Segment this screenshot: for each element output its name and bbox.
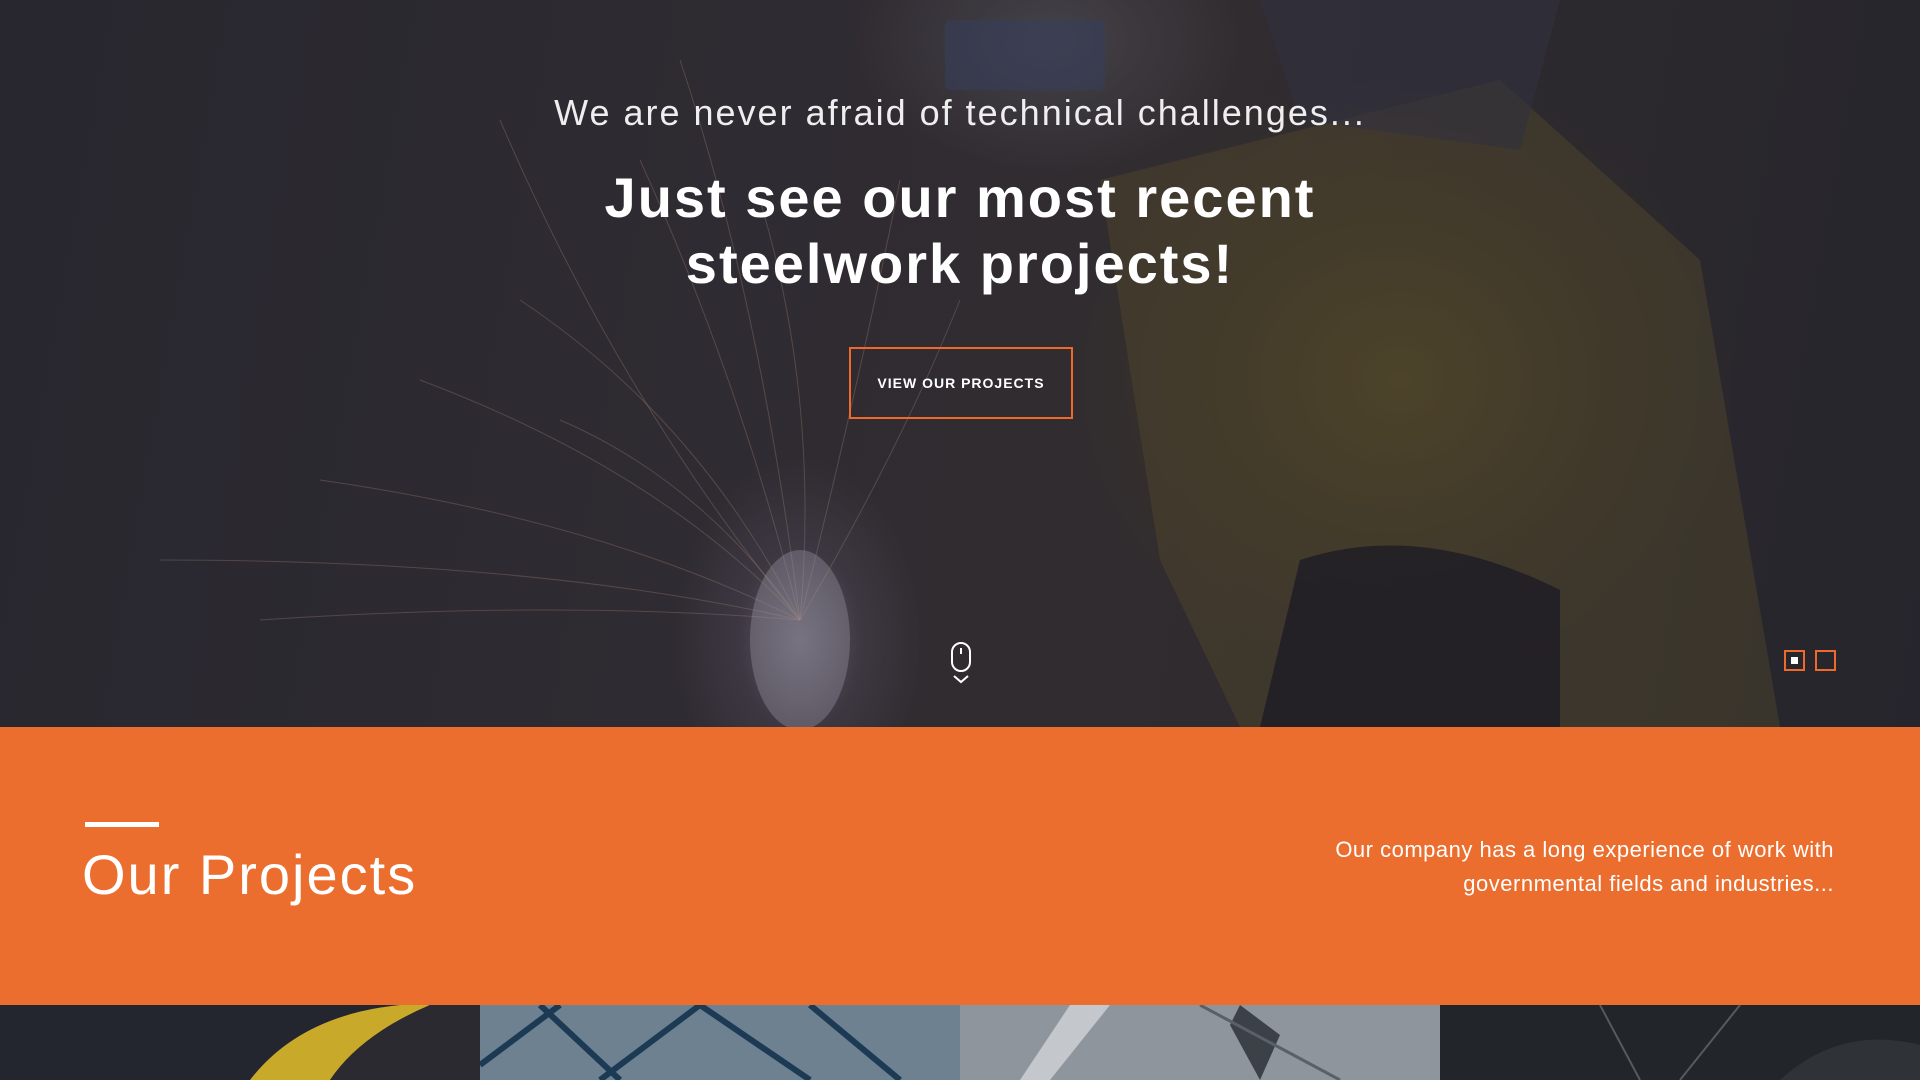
hero-subtitle: We are never afraid of technical challen…: [554, 92, 1366, 133]
slider-pagination: [1784, 650, 1836, 671]
slider-dot-2[interactable]: [1815, 650, 1836, 671]
project-thumbnail-3[interactable]: [960, 1005, 1440, 1080]
project-thumbnail-2[interactable]: [480, 1005, 960, 1080]
projects-heading: Our Projects: [82, 843, 418, 906]
slider-dot-1[interactable]: [1784, 650, 1805, 671]
project-thumbnail-1[interactable]: [0, 1005, 480, 1080]
project-thumbnails: [0, 1005, 1920, 1080]
heading-accent-line: [85, 822, 159, 827]
projects-description: Our company has a long experience of wor…: [1335, 837, 1834, 896]
hero-section: We are never afraid of technical challen…: [0, 0, 1920, 727]
hero-title: Just see our most recent steelwork proje…: [604, 166, 1316, 295]
mouse-scroll-icon[interactable]: [950, 642, 972, 686]
view-projects-button[interactable]: VIEW OUR PROJECTS: [849, 347, 1073, 419]
project-thumbnail-4[interactable]: [1440, 1005, 1920, 1080]
projects-section: Our Projects Our company has a long expe…: [0, 727, 1920, 1005]
